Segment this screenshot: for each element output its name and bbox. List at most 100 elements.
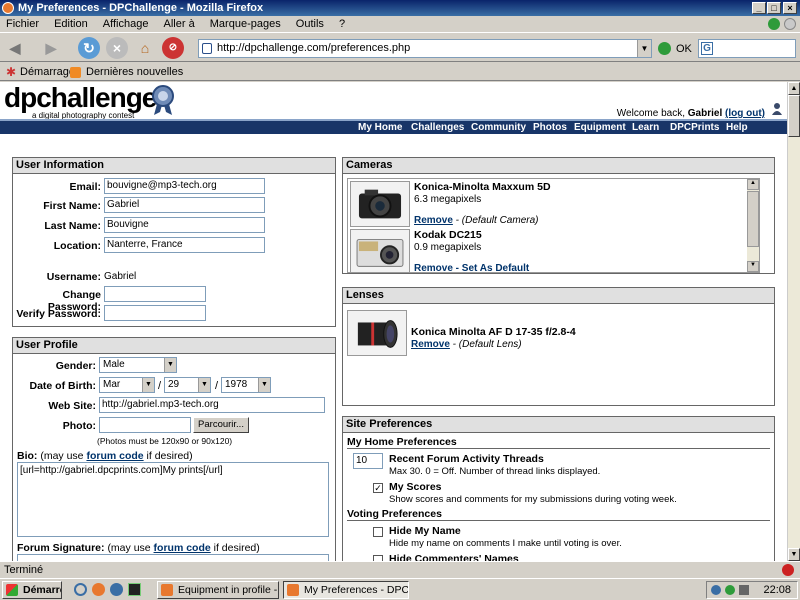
photo-file-field[interactable] xyxy=(99,417,191,433)
url-dropdown-icon[interactable]: ▼ xyxy=(637,40,651,57)
dob-year-select[interactable]: 1978 ▼ xyxy=(221,377,271,393)
home-prefs-title: My Home Preferences xyxy=(347,436,770,449)
reload-icon[interactable]: ↻ xyxy=(78,37,100,59)
signature-label: Forum Signature: xyxy=(17,542,105,554)
home-icon[interactable]: ⌂ xyxy=(134,37,156,59)
scroll-down-icon[interactable]: ▼ xyxy=(747,261,759,272)
minimize-button[interactable]: _ xyxy=(752,2,766,14)
remove-camera-link[interactable]: Remove xyxy=(414,263,453,272)
menu-affichage[interactable]: Affichage xyxy=(97,16,155,32)
menu-edition[interactable]: Edition xyxy=(48,16,94,32)
url-input[interactable]: http://dpchallenge.com/preferences.php ▼ xyxy=(198,39,652,58)
nav-photos[interactable]: Photos xyxy=(533,121,567,134)
task-my-preferences[interactable]: My Preferences - DPC... xyxy=(283,581,409,599)
close-button[interactable]: × xyxy=(783,2,797,14)
ie-icon[interactable] xyxy=(74,583,87,596)
go-button[interactable]: OK xyxy=(658,41,692,57)
console-icon[interactable] xyxy=(128,583,141,596)
firefox-icon xyxy=(161,584,173,596)
bookmark-demarrage[interactable]: Démarrage xyxy=(20,63,75,81)
verify-password-field[interactable] xyxy=(104,305,206,321)
location-label: Location: xyxy=(53,240,101,252)
menu-fichier[interactable]: Fichier xyxy=(0,16,45,32)
menu-bar: Fichier Edition Affichage Aller à Marque… xyxy=(0,16,800,32)
back-icon[interactable]: ◀ xyxy=(4,37,26,59)
chevron-down-icon: ▼ xyxy=(164,358,176,372)
logout-link[interactable]: (log out) xyxy=(725,108,765,119)
signature-textarea[interactable] xyxy=(17,554,329,561)
remove-camera-link[interactable]: Remove xyxy=(414,215,453,226)
nav-dpcprints[interactable]: DPCPrints xyxy=(670,121,719,134)
site-logo[interactable]: dpchallenge xyxy=(4,82,157,114)
nav-my-home[interactable]: My Home xyxy=(358,121,402,134)
go-icon xyxy=(658,42,671,55)
set-default-link[interactable]: - Set As Default xyxy=(453,263,530,272)
task-label: Equipment in profile - DP... xyxy=(178,584,278,596)
page-content: dpchallenge a digital photography contes… xyxy=(0,82,787,561)
camera-actions: Remove - (Default Camera) xyxy=(414,215,538,226)
remove-lens-link[interactable]: Remove xyxy=(411,339,450,350)
hide-name-desc: Hide my name on comments I make until vo… xyxy=(389,538,622,549)
page-scrollbar[interactable]: ▲ ▼ xyxy=(787,82,800,561)
cameras-scrollbar[interactable]: ▲ ▼ xyxy=(747,179,759,272)
bio-forum-code-link[interactable]: forum code xyxy=(86,450,143,462)
last-name-label: Last Name: xyxy=(44,220,101,232)
tray-app-icon[interactable] xyxy=(725,585,735,595)
menu-marque-pages[interactable]: Marque-pages xyxy=(204,16,287,32)
addon-green-icon[interactable] xyxy=(768,18,780,30)
task-equipment[interactable]: Equipment in profile - DP... xyxy=(157,581,279,599)
start-button[interactable]: Démarrer xyxy=(2,581,62,599)
menu-aller[interactable]: Aller à xyxy=(158,16,201,32)
first-name-label: First Name: xyxy=(43,200,101,212)
website-field[interactable]: http://gabriel.mp3-tech.org xyxy=(99,397,325,413)
threads-field[interactable]: 10 xyxy=(353,453,383,469)
maximize-button[interactable]: □ xyxy=(767,2,781,14)
adblock-status-icon[interactable] xyxy=(782,564,794,576)
menu-outils[interactable]: Outils xyxy=(290,16,330,32)
my-scores-desc: Show scores and comments for my submissi… xyxy=(389,494,677,505)
search-input[interactable]: G xyxy=(698,39,796,58)
scroll-up-icon[interactable]: ▲ xyxy=(747,179,759,190)
location-field[interactable]: Nanterre, France xyxy=(104,237,265,253)
menu-help[interactable]: ? xyxy=(333,16,351,32)
adblock-icon[interactable]: ⊘ xyxy=(162,37,184,59)
email-field[interactable]: bouvigne@mp3-tech.org xyxy=(104,178,265,194)
nav-challenges[interactable]: Challenges xyxy=(411,121,464,134)
volume-icon[interactable] xyxy=(739,585,749,595)
lens-actions: Remove - (Default Lens) xyxy=(411,339,522,350)
dob-day-select[interactable]: 29 ▼ xyxy=(164,377,211,393)
gender-select[interactable]: Male ▼ xyxy=(99,357,177,373)
firefox-quicklaunch-icon[interactable] xyxy=(92,583,105,596)
hide-name-checkbox[interactable] xyxy=(373,527,383,537)
browse-button[interactable]: Parcourir... xyxy=(193,417,249,433)
nav-learn[interactable]: Learn xyxy=(632,121,659,134)
user-profile-title: User Profile xyxy=(13,338,335,354)
sig-forum-code-link[interactable]: forum code xyxy=(154,542,211,554)
bio-textarea[interactable]: [url=http://gabriel.dpcprints.com]My pri… xyxy=(17,462,329,537)
nav-help[interactable]: Help xyxy=(726,121,748,134)
scroll-down-icon[interactable]: ▼ xyxy=(788,548,800,561)
last-name-field[interactable]: Bouvigne xyxy=(104,217,265,233)
forward-icon[interactable]: ▶ xyxy=(40,37,62,59)
first-name-field[interactable]: Gabriel xyxy=(104,197,265,213)
site-nav: My Home Challenges Community Photos Equi… xyxy=(0,119,787,134)
bookmark-nouvelles[interactable]: Dernières nouvelles xyxy=(86,63,183,81)
thunderbird-icon[interactable] xyxy=(110,583,123,596)
change-password-field[interactable] xyxy=(104,286,206,302)
dob-month-select[interactable]: Mar ▼ xyxy=(99,377,155,393)
nav-equipment[interactable]: Equipment xyxy=(574,121,626,134)
sig-note-prefix: (may use xyxy=(107,542,151,554)
bookmarks-toolbar: ✱ Démarrage Dernières nouvelles xyxy=(0,63,800,81)
cameras-list: Konica-Minolta Maxxum 5D 6.3 megapixels … xyxy=(347,178,760,273)
my-scores-checkbox[interactable]: ✓ xyxy=(373,483,383,493)
user-info-title: User Information xyxy=(13,158,335,174)
stop-icon[interactable]: × xyxy=(106,37,128,59)
window-titlebar[interactable]: My Preferences - DPChallenge - Mozilla F… xyxy=(0,0,800,16)
award-ribbon-icon xyxy=(152,85,174,115)
camera-actions: Remove - Set As Default xyxy=(414,263,530,272)
scroll-up-icon[interactable]: ▲ xyxy=(788,82,800,95)
network-icon[interactable] xyxy=(711,585,721,595)
scroll-thumb[interactable] xyxy=(747,191,759,247)
scroll-thumb[interactable] xyxy=(788,95,800,137)
nav-community[interactable]: Community xyxy=(471,121,526,134)
